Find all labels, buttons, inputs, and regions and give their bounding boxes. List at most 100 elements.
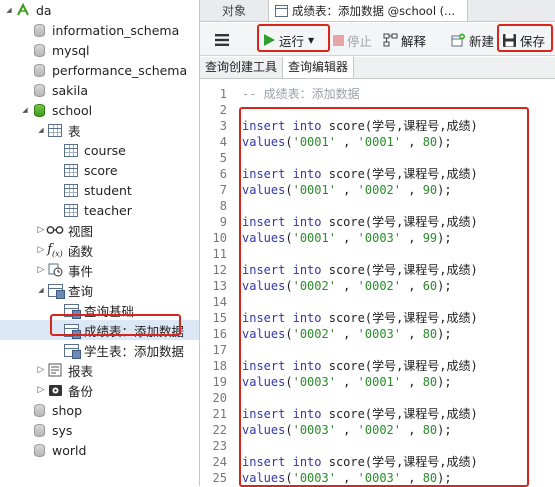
code-token: ); (437, 231, 452, 245)
code-token: '0003' (292, 375, 336, 389)
line-number: 11 (212, 247, 227, 261)
explain-button[interactable]: 解释 (383, 29, 426, 51)
tree-item[interactable]: sys (0, 420, 199, 440)
tree-item[interactable]: mysql (0, 40, 199, 60)
line-number: 23 (212, 439, 227, 453)
expand-arrow-icon[interactable]: ▷ (36, 225, 46, 235)
code-token: score(学号,课程号,成绩) (321, 263, 478, 277)
expand-arrow-icon[interactable]: ▷ (36, 385, 46, 395)
tree-item[interactable]: ▷ 视图 (0, 220, 199, 240)
tree-item-label: score (84, 162, 118, 178)
tab-query-builder[interactable]: 查询创建工具 (200, 57, 284, 78)
expand-arrow-icon[interactable]: ▷ (36, 365, 46, 375)
line-number: 9 (219, 215, 227, 229)
tree-item-label: 学生表：添加数据 (84, 343, 185, 359)
code-line: 14 (200, 294, 555, 310)
chevron-down-icon[interactable]: ▼ (308, 36, 314, 45)
tree-item[interactable]: ◢ school (0, 100, 199, 120)
stop-button[interactable]: 停止 (333, 29, 372, 51)
table-icon (62, 142, 80, 158)
code-line: 9 insert into score(学号,课程号,成绩) (200, 214, 555, 230)
code-token: insert (242, 215, 286, 229)
code-token: into (292, 167, 322, 181)
tree-item[interactable]: ▷ 事件 (0, 260, 199, 280)
database-gray-icon (30, 422, 48, 438)
code-token: , (401, 375, 423, 389)
database-gray-icon (30, 402, 48, 418)
tree-item[interactable]: performance_schema (0, 60, 199, 80)
tree-item[interactable]: world (0, 440, 199, 460)
editor-subtabs: 查询创建工具 查询编辑器 (200, 57, 555, 79)
query-icon (62, 302, 81, 319)
tree-item[interactable]: ◢ da (0, 0, 199, 20)
tree-item-label: shop (52, 402, 83, 418)
line-number: 7 (219, 183, 227, 197)
tree-item[interactable]: ◢ 查询 (0, 280, 199, 300)
code-token: insert (242, 311, 286, 325)
tree-item[interactable]: shop (0, 400, 199, 420)
code-line: 15 insert into score(学号,课程号,成绩) (200, 310, 555, 326)
tab-objects[interactable]: 对象 (200, 0, 268, 21)
code-token: ( (285, 231, 293, 245)
tree-item[interactable]: student (0, 180, 199, 200)
code-token: 80 (422, 135, 438, 149)
line-number: 6 (219, 167, 227, 181)
tree-item[interactable]: ◢ 表 (0, 120, 199, 140)
new-label: 新建 (469, 33, 495, 49)
code-token: 60 (422, 279, 438, 293)
code-token: ( (285, 183, 293, 197)
code-token: score(学号,课程号,成绩) (321, 455, 478, 469)
collapse-arrow-icon[interactable]: ◢ (36, 286, 46, 294)
code-token: insert (242, 119, 286, 133)
code-token: ( (285, 375, 293, 389)
code-token: 80 (422, 423, 438, 437)
tab-query-document[interactable]: 成绩表：添加数据 @school (... (268, 0, 468, 21)
tree-item-label: sys (52, 422, 73, 438)
code-token: '0001' (292, 135, 336, 149)
code-line: 3 insert into score(学号,课程号,成绩) (200, 118, 555, 134)
code-token: '0003' (357, 471, 401, 485)
tree-item[interactable]: sakila (0, 80, 199, 100)
table-icon (62, 202, 80, 218)
expand-arrow-icon[interactable]: ▷ (36, 245, 46, 255)
tab-query-editor[interactable]: 查询编辑器 (283, 57, 355, 78)
code-line: 11 (200, 246, 555, 262)
collapse-arrow-icon[interactable]: ◢ (20, 106, 30, 114)
tree-item[interactable]: 查询基础 (0, 300, 199, 320)
expand-arrow-icon[interactable]: ▷ (36, 265, 46, 275)
tree-item[interactable]: ▷ 报表 (0, 360, 199, 380)
code-token: , (335, 375, 358, 389)
play-icon (264, 34, 275, 46)
tree-item[interactable]: teacher (0, 200, 199, 220)
code-line: 20 (200, 390, 555, 406)
sql-editor[interactable]: 1 -- 成绩表：添加数据 2 3 insert into score(学号,课程号,成… (200, 80, 555, 487)
run-button[interactable]: 运行 ▼ (262, 29, 314, 51)
new-button[interactable]: 新建 (451, 29, 494, 51)
tree-item[interactable]: 成绩表：添加数据 (0, 320, 199, 340)
tree-item-label: 函数 (68, 243, 94, 259)
run-label: 运行 (279, 33, 305, 49)
collapse-arrow-icon[interactable]: ◢ (4, 6, 14, 14)
code-token: , (401, 471, 423, 485)
menu-button[interactable] (214, 29, 230, 51)
tree-item[interactable]: 学生表：添加数据 (0, 340, 199, 360)
tab-bar: 对象 成绩表：添加数据 @school (... (200, 0, 555, 22)
tree-item[interactable]: course (0, 140, 199, 160)
tree-item[interactable]: ▷ f(x) 函数 (0, 240, 199, 260)
save-button[interactable]: 保存 (502, 29, 545, 51)
tree-item[interactable]: score (0, 160, 199, 180)
database-green-icon (30, 102, 48, 118)
tree-item-label: course (84, 142, 126, 158)
tree-item[interactable]: information_schema (0, 20, 199, 40)
code-token: ( (285, 279, 293, 293)
event-icon (46, 262, 64, 278)
code-token: ( (285, 327, 293, 341)
tree-item[interactable]: ▷ 备份 (0, 380, 199, 400)
code-token: into (292, 119, 322, 133)
code-token: -- 成绩表：添加数据 (242, 87, 360, 101)
collapse-arrow-icon[interactable]: ◢ (36, 126, 46, 134)
new-query-icon (451, 33, 465, 47)
code-token: , (401, 279, 423, 293)
code-token: values (242, 135, 286, 149)
